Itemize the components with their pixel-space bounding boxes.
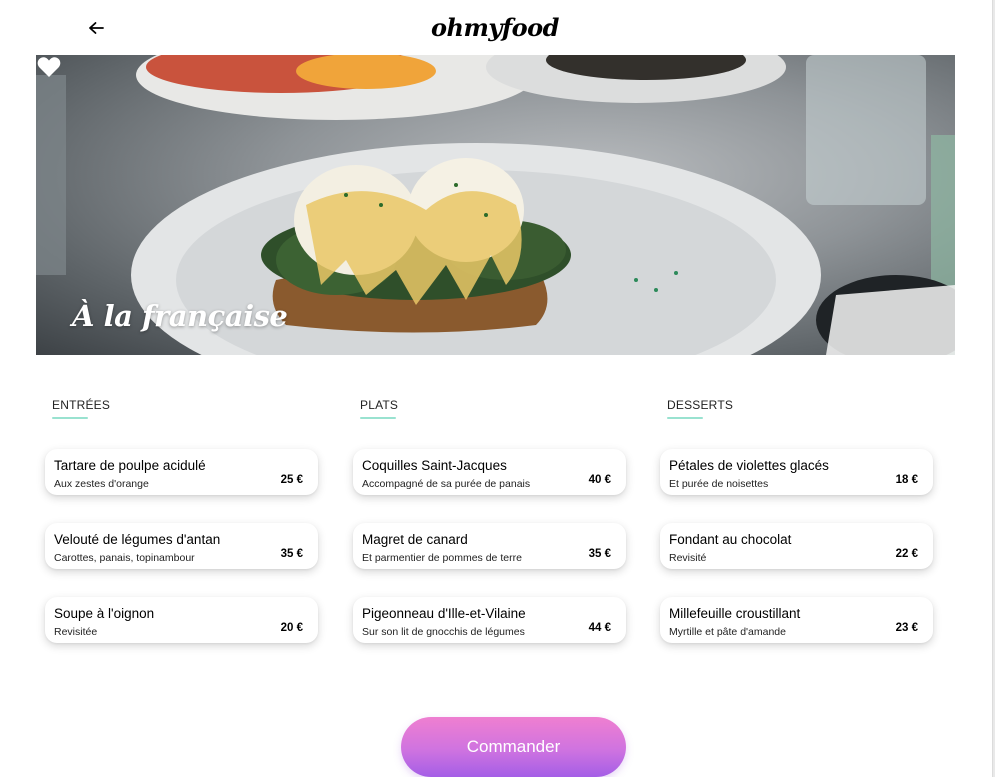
dish-description: Carottes, panais, topinambour [54, 552, 195, 564]
menu-item-card[interactable]: Pétales de violettes glacés Et purée de … [660, 449, 933, 495]
menu-column-desserts: DESSERTS Pétales de violettes glacés Et … [660, 398, 940, 643]
dish-description: Et purée de noisettes [669, 478, 769, 490]
dish-name: Pigeonneau d'Ille-et-Vilaine [362, 606, 526, 621]
dish-name: Millefeuille croustillant [669, 606, 801, 621]
dish-price: 25 € [280, 474, 303, 486]
dish-price: 35 € [588, 548, 611, 560]
dish-description: Accompagné de sa purée de panais [362, 478, 531, 490]
dish-description: Sur son lit de gnocchis de légumes [362, 626, 525, 638]
dish-description: Et parmentier de pommes de terre [362, 552, 522, 564]
dish-price: 40 € [588, 474, 611, 486]
dish-price: 35 € [280, 548, 303, 560]
dish-description: Myrtille et pâte d'amande [669, 626, 786, 638]
dish-price: 22 € [895, 548, 918, 560]
order-button[interactable]: Commander [401, 717, 626, 777]
dish-name: Fondant au chocolat [669, 532, 792, 547]
menu-column-entrees: ENTRÉES Tartare de poulpe acidulé Aux ze… [45, 398, 325, 643]
menu-item-card[interactable]: Velouté de légumes d'antan Carottes, pan… [45, 523, 318, 569]
menu-item-card[interactable]: Magret de canard Et parmentier de pommes… [353, 523, 626, 569]
column-heading: ENTRÉES [52, 398, 111, 412]
dish-name: Pétales de violettes glacés [669, 458, 829, 473]
menu-item-card[interactable]: Coquilles Saint-Jacques Accompagné de sa… [353, 449, 626, 495]
restaurant-title: À la française [72, 299, 288, 333]
dish-name: Soupe à l'oignon [54, 606, 155, 621]
menu-item-card[interactable]: Millefeuille croustillant Myrtille et pâ… [660, 597, 933, 643]
dish-name: Velouté de légumes d'antan [54, 532, 221, 547]
heading-underline [52, 417, 88, 419]
menu-item-card[interactable]: Pigeonneau d'Ille-et-Vilaine Sur son lit… [353, 597, 626, 643]
dish-description: Revisité [669, 552, 707, 564]
dish-name: Magret de canard [362, 532, 468, 547]
hero-banner: À la française [36, 55, 955, 355]
column-heading: PLATS [360, 398, 399, 412]
dish-description: Revisitée [54, 626, 98, 638]
dish-price: 44 € [588, 622, 611, 634]
column-heading: DESSERTS [667, 398, 734, 412]
heart-icon[interactable] [36, 55, 62, 79]
dish-price: 18 € [895, 474, 918, 486]
heading-underline [667, 417, 703, 419]
menu-item-card[interactable]: Tartare de poulpe acidulé Aux zestes d'o… [45, 449, 318, 495]
dish-name: Tartare de poulpe acidulé [54, 458, 206, 473]
dish-description: Aux zestes d'orange [54, 478, 149, 490]
menu-item-card[interactable]: Soupe à l'oignon Revisitée 20 € [45, 597, 318, 643]
heading-underline [360, 417, 396, 419]
dish-price: 20 € [280, 622, 303, 634]
brand-logo[interactable]: ohmyfood [0, 13, 990, 42]
dish-price: 23 € [895, 622, 918, 634]
dish-name: Coquilles Saint-Jacques [362, 458, 507, 473]
menu-column-plats: PLATS Coquilles Saint-Jacques Accompagné… [353, 398, 633, 643]
menu-item-card[interactable]: Fondant au chocolat Revisité 22 € [660, 523, 933, 569]
top-header: ohmyfood [0, 0, 990, 55]
